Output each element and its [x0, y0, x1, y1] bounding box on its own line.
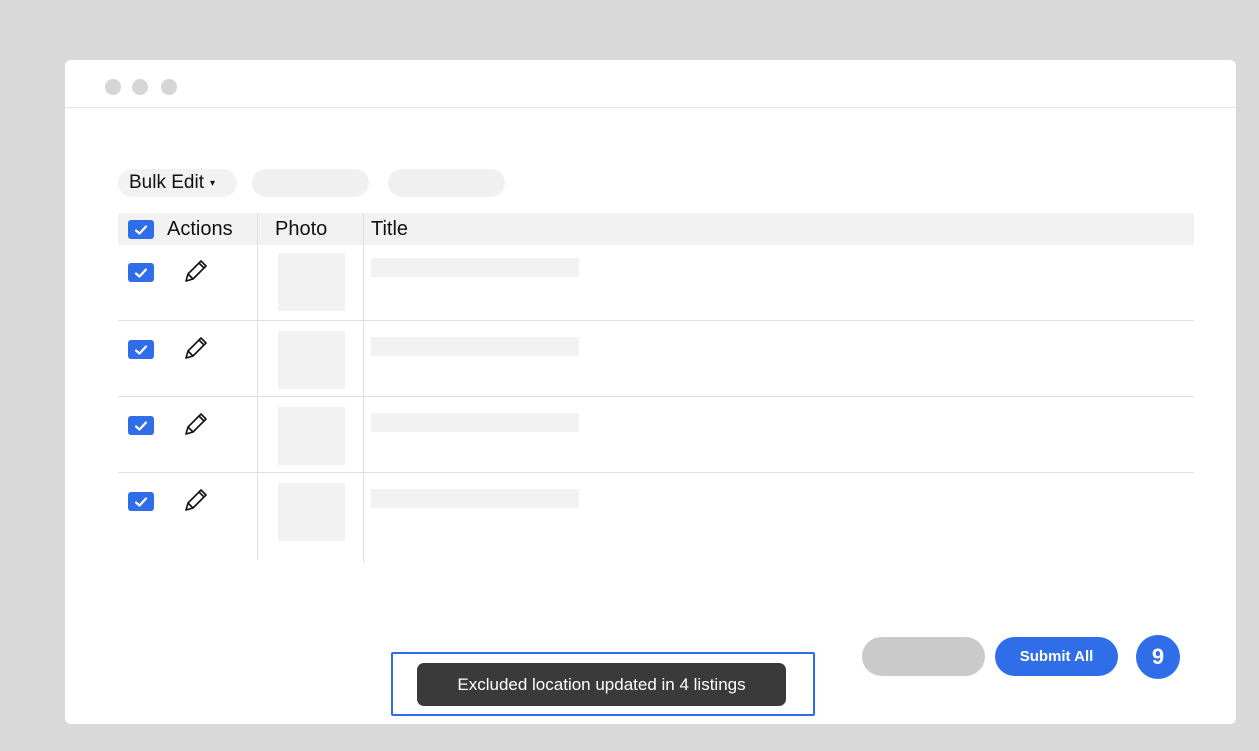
toast-notification: Excluded location updated in 4 listings	[417, 663, 786, 706]
pencil-icon[interactable]	[182, 410, 210, 438]
pencil-icon[interactable]	[182, 334, 210, 362]
window-dot-icon[interactable]	[132, 79, 148, 95]
pencil-icon[interactable]	[182, 486, 210, 514]
caret-down-icon: ▾	[209, 177, 216, 189]
listing-photo[interactable]	[278, 483, 345, 541]
backdrop: Bulk Edit ▾ Actions Photo Title Submit A…	[10, 10, 1259, 751]
app-window: Bulk Edit ▾ Actions Photo Title Submit A…	[65, 60, 1236, 724]
pencil-icon[interactable]	[182, 257, 210, 285]
table-row	[118, 321, 1194, 397]
table-header: Actions Photo Title	[118, 213, 1194, 245]
table-row	[118, 245, 1194, 321]
toolbar-placeholder-button[interactable]	[252, 169, 369, 197]
checkmark-icon	[134, 267, 148, 278]
listing-title-placeholder	[371, 489, 579, 508]
listings-table: Actions Photo Title	[118, 213, 1194, 563]
listing-photo[interactable]	[278, 253, 345, 311]
checkmark-icon	[134, 344, 148, 355]
listing-photo[interactable]	[278, 331, 345, 389]
checkmark-icon	[134, 420, 148, 431]
secondary-placeholder-button[interactable]	[862, 637, 985, 676]
listing-title-placeholder	[371, 413, 579, 432]
column-header-title: Title	[371, 218, 409, 240]
select-all-checkbox[interactable]	[128, 220, 154, 239]
toolbar-placeholder-button[interactable]	[388, 169, 505, 197]
submit-all-button[interactable]: Submit All	[995, 637, 1118, 676]
window-dot-icon[interactable]	[161, 79, 177, 95]
listing-photo[interactable]	[278, 407, 345, 465]
step-number-badge: 9	[1136, 635, 1180, 679]
listing-title-placeholder	[371, 258, 579, 277]
row-checkbox[interactable]	[128, 263, 154, 282]
listing-title-placeholder	[371, 337, 579, 356]
row-checkbox[interactable]	[128, 340, 154, 359]
bulk-edit-label: Bulk Edit	[129, 172, 204, 193]
row-checkbox[interactable]	[128, 416, 154, 435]
bulk-edit-dropdown[interactable]: Bulk Edit ▾	[118, 169, 237, 197]
toast-highlight-frame: Excluded location updated in 4 listings	[391, 652, 815, 716]
row-checkbox[interactable]	[128, 492, 154, 511]
column-header-photo: Photo	[275, 218, 328, 240]
table-row	[118, 473, 1194, 549]
window-dot-icon[interactable]	[105, 79, 121, 95]
window-titlebar	[65, 60, 1236, 108]
checkmark-icon	[134, 496, 148, 507]
table-row	[118, 397, 1194, 473]
checkmark-icon	[134, 224, 148, 235]
column-header-actions: Actions	[167, 218, 233, 240]
